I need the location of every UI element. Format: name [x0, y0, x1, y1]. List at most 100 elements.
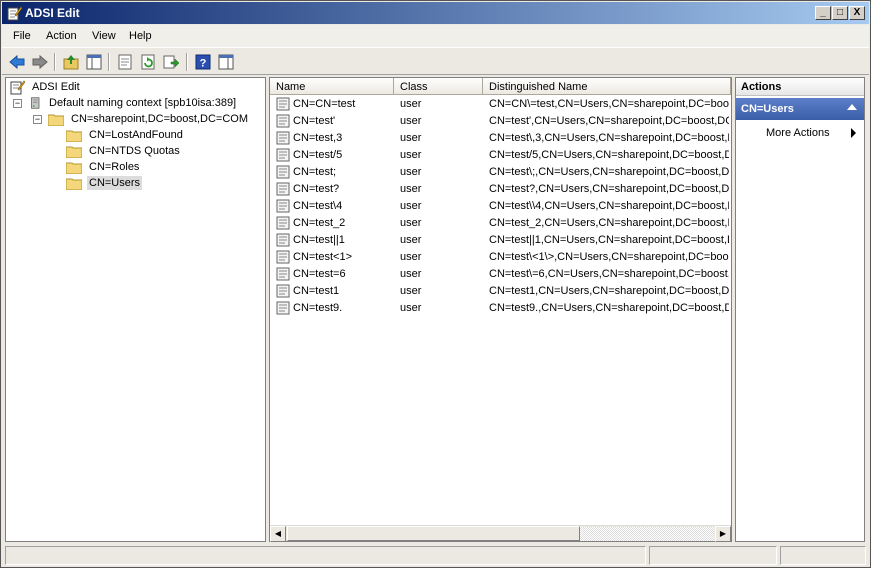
table-row[interactable]: CN=test; user CN=test\;,CN=Users,CN=sharep…	[270, 164, 731, 181]
column-header-distinguished-name[interactable]: Distinguished Name	[483, 78, 731, 95]
column-header-name[interactable]: Name	[270, 78, 394, 95]
table-row[interactable]: CN=test' user CN=test',CN=Users,CN=sharepo…	[270, 113, 731, 130]
server-icon	[31, 97, 40, 109]
scrollbar-thumb[interactable]	[287, 526, 580, 541]
cell-name: CN=test<1>	[293, 251, 353, 263]
cell-class: user	[400, 166, 422, 178]
scroll-left-button[interactable]: ◀	[270, 526, 286, 542]
tree-item-roles[interactable]: CN=Roles	[66, 159, 141, 175]
more-actions-link[interactable]: More Actions	[766, 127, 830, 139]
tree-item-label: CN=LostAndFound	[89, 129, 183, 141]
show-hide-action-pane-icon[interactable]	[216, 52, 236, 72]
cell-distinguished-name: CN=CN\=test,CN=Users,CN=sharepoint,DC=bo…	[489, 98, 729, 110]
cell-distinguished-name: CN=test\;,CN=Users,CN=sharepoint,DC=boos…	[489, 166, 729, 178]
user-object-icon	[276, 284, 290, 298]
cell-distinguished-name: CN=test1,CN=Users,CN=sharepoint,DC=boost…	[489, 285, 729, 297]
properties-icon[interactable]	[115, 52, 135, 72]
collapse-icon[interactable]: −	[13, 99, 22, 108]
user-object-icon	[276, 165, 290, 179]
close-button[interactable]: X	[849, 6, 865, 20]
maximize-button[interactable]: □	[832, 6, 848, 20]
cell-name: CN=test?	[293, 183, 340, 195]
cell-name: CN=test,3	[293, 132, 343, 144]
user-object-icon	[276, 301, 290, 315]
cell-distinguished-name: CN=test/5,CN=Users,CN=sharepoint,DC=boos…	[489, 149, 729, 161]
cell-name: CN=test;	[293, 166, 337, 178]
cell-distinguished-name: CN=test_2,CN=Users,CN=sharepoint,DC=boos…	[489, 217, 729, 229]
scroll-right-button[interactable]: ▶	[715, 526, 731, 542]
tree-item-label: CN=Users	[87, 176, 143, 190]
cell-class: user	[400, 115, 422, 127]
cell-class: user	[400, 251, 422, 263]
table-row[interactable]: CN=test? user CN=test?,CN=Users,CN=sharepo…	[270, 181, 731, 198]
cell-class: user	[400, 268, 422, 280]
table-row[interactable]: CN=test/5 user CN=test/5,CN=Users,CN=share…	[270, 147, 731, 164]
table-row[interactable]: CN=test_2 user CN=test_2,CN=Users,CN=share…	[270, 215, 731, 232]
tree-item-label: Default naming context [spb10isa:389]	[49, 97, 237, 109]
collapse-icon[interactable]: −	[33, 115, 42, 124]
tree-item-lostandfound[interactable]: CN=LostAndFound	[66, 127, 185, 143]
tree-item-naming-context[interactable]: Default naming context [spb10isa:389]	[30, 95, 238, 111]
table-row[interactable]: CN=test<1> user CN=test\<1\>,CN=Users,CN=s…	[270, 249, 731, 266]
cell-class: user	[400, 217, 422, 229]
cell-distinguished-name: CN=test9.,CN=Users,CN=sharepoint,DC=boos…	[489, 302, 729, 314]
back-arrow-icon[interactable]	[7, 52, 27, 72]
cell-class: user	[400, 302, 422, 314]
user-object-icon	[276, 131, 290, 145]
table-row[interactable]: CN=test=6 user CN=test\=6,CN=Users,CN=shar…	[270, 266, 731, 283]
tree-item-domain[interactable]: CN=sharepoint,DC=boost,DC=COM	[48, 111, 250, 127]
horizontal-scrollbar[interactable]: ◀ ▶	[270, 525, 731, 542]
table-row[interactable]: CN=test||1 user CN=test||1,CN=Users,CN=sha…	[270, 232, 731, 249]
table-row[interactable]: CN=test,3 user CN=test\,3,CN=Users,CN=shar…	[270, 130, 731, 147]
adsi-edit-app-icon	[7, 6, 22, 21]
help-icon[interactable]: ?	[193, 52, 213, 72]
table-row[interactable]: CN=test9. user CN=test9.,CN=Users,CN=share…	[270, 300, 731, 317]
adsi-edit-window: ADSI Edit _ □ X File Action View Help ? …	[0, 0, 871, 568]
show-hide-console-tree-icon[interactable]	[84, 52, 104, 72]
actions-pane: Actions CN=Users More Actions	[735, 77, 865, 542]
actions-section-label: CN=Users	[741, 103, 794, 115]
tree-item-label: ADSI Edit	[32, 81, 80, 93]
column-header-class[interactable]: Class	[394, 78, 483, 95]
forward-arrow-icon[interactable]	[30, 52, 50, 72]
tree-item-ntds-quotas[interactable]: CN=NTDS Quotas	[66, 143, 182, 159]
tree-item-adsi-edit[interactable]: ADSI Edit	[9, 79, 82, 95]
folder-icon	[66, 130, 82, 142]
cell-name: CN=test'	[293, 115, 336, 127]
up-folder-icon[interactable]	[61, 52, 81, 72]
menu-file[interactable]: File	[13, 30, 31, 42]
cell-name: CN=test1	[293, 285, 340, 297]
folder-icon	[66, 162, 82, 174]
refresh-icon[interactable]	[138, 52, 158, 72]
table-row[interactable]: CN=CN=test user CN=CN\=test,CN=Users,CN=sh…	[270, 96, 731, 113]
tree-item-label: CN=NTDS Quotas	[89, 145, 180, 157]
title-bar[interactable]: ADSI Edit _ □ X	[2, 2, 869, 24]
menu-action[interactable]: Action	[46, 30, 77, 42]
tree-item-users[interactable]: CN=Users	[66, 175, 143, 191]
table-row[interactable]: CN=test\4 user CN=test\\4,CN=Users,CN=shar…	[270, 198, 731, 215]
collapse-caret-icon[interactable]	[847, 104, 857, 110]
submenu-arrow-icon[interactable]	[851, 128, 856, 138]
cell-distinguished-name: CN=test\\4,CN=Users,CN=sharepoint,DC=boo…	[489, 200, 729, 212]
menu-help[interactable]: Help	[129, 30, 152, 42]
minimize-button[interactable]: _	[815, 6, 831, 20]
menu-view[interactable]: View	[92, 30, 116, 42]
folder-icon	[48, 114, 64, 126]
status-panel-2	[649, 546, 777, 565]
export-list-icon[interactable]	[161, 52, 181, 72]
svg-text:?: ?	[200, 58, 207, 70]
status-panel-3	[780, 546, 866, 565]
user-object-icon	[276, 233, 290, 247]
toolbar-separator	[108, 53, 110, 71]
cell-class: user	[400, 285, 422, 297]
toolbar-separator	[54, 53, 56, 71]
user-object-icon	[276, 267, 290, 281]
user-object-icon	[276, 182, 290, 196]
menu-bar: File Action View Help	[2, 25, 869, 47]
status-bar	[2, 544, 869, 567]
status-panel-main	[5, 546, 646, 565]
console-tree: ADSI Edit − Default naming context [spb1…	[5, 77, 266, 542]
actions-section-header[interactable]: CN=Users	[736, 98, 864, 120]
cell-class: user	[400, 132, 422, 144]
table-row[interactable]: CN=test1 user CN=test1,CN=Users,CN=sharepo…	[270, 283, 731, 300]
